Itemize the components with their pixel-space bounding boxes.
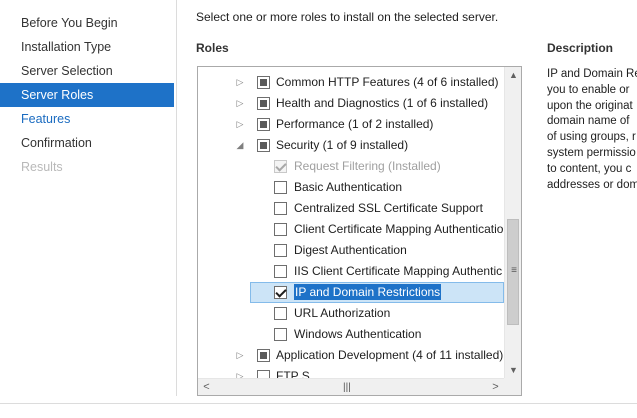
- wizard-navigation: Before You Begin Installation Type Serve…: [0, 0, 175, 400]
- nav-item-features[interactable]: Features: [0, 107, 174, 131]
- role-service-item[interactable]: Centralized SSL Certificate Support: [198, 198, 504, 219]
- collapsed-arrow-icon[interactable]: ▷: [234, 72, 246, 93]
- role-checkbox[interactable]: [257, 139, 270, 152]
- role-service-item[interactable]: Basic Authentication: [198, 177, 504, 198]
- role-checkbox[interactable]: [257, 349, 270, 362]
- role-tree-item[interactable]: ▷ Common HTTP Features (4 of 6 installed): [198, 72, 504, 93]
- collapsed-arrow-icon[interactable]: ▷: [234, 345, 246, 366]
- scrollbar-corner: [504, 378, 521, 395]
- expanded-arrow-icon[interactable]: ◢: [234, 135, 246, 156]
- role-label: IP and Domain Restrictions: [294, 282, 442, 303]
- description-line: of using groups, r: [547, 131, 636, 144]
- role-label: Windows Authentication: [294, 327, 422, 341]
- grip-icon: |||: [343, 382, 351, 393]
- role-label: URL Authorization: [294, 306, 391, 320]
- role-label-highlight: IP and Domain Restrictions: [294, 284, 442, 300]
- description-heading: Description: [547, 41, 614, 55]
- role-label: Client Certificate Mapping Authenticatio: [294, 222, 504, 236]
- role-service-item[interactable]: IP and Domain Restrictions: [198, 282, 504, 303]
- scroll-right-icon[interactable]: >: [487, 379, 504, 395]
- role-label: Health and Diagnostics (1 of 6 installed…: [276, 96, 489, 110]
- role-label: Request Filtering (Installed): [294, 159, 441, 173]
- horizontal-scroll-thumb[interactable]: |||: [218, 382, 480, 393]
- description-line: system permissio: [547, 146, 636, 159]
- description-line: you to enable or: [547, 83, 630, 96]
- footer-divider: [0, 403, 637, 404]
- navigation-divider: [176, 0, 177, 396]
- collapsed-arrow-icon[interactable]: ▷: [234, 114, 246, 135]
- role-service-item[interactable]: Digest Authentication: [198, 240, 504, 261]
- role-checkbox[interactable]: [274, 307, 287, 320]
- role-service-item[interactable]: Windows Authentication: [198, 324, 504, 345]
- grip-icon: ≡: [511, 265, 517, 276]
- role-checkbox: [274, 160, 287, 173]
- role-checkbox[interactable]: [274, 286, 287, 299]
- role-label: Application Development (4 of 11 install…: [276, 348, 504, 362]
- scroll-left-icon[interactable]: <: [198, 379, 215, 395]
- role-label: Security (1 of 9 installed): [276, 138, 409, 152]
- vertical-scrollbar[interactable]: ▲ ≡ ▼: [504, 67, 521, 379]
- description-line: upon the originat: [547, 99, 633, 112]
- role-label: Common HTTP Features (4 of 6 installed): [276, 75, 499, 89]
- scroll-up-icon[interactable]: ▲: [505, 67, 521, 84]
- role-checkbox[interactable]: [274, 328, 287, 341]
- vertical-scroll-thumb[interactable]: ≡: [507, 219, 519, 325]
- description-text: IP and Domain Re you to enable or upon t…: [547, 67, 637, 193]
- horizontal-scrollbar[interactable]: < ||| >: [198, 378, 504, 395]
- role-service-item[interactable]: IIS Client Certificate Mapping Authentic: [198, 261, 504, 282]
- role-checkbox[interactable]: [274, 181, 287, 194]
- role-checkbox[interactable]: [274, 244, 287, 257]
- role-label: IIS Client Certificate Mapping Authentic: [294, 264, 503, 278]
- role-checkbox[interactable]: [274, 265, 287, 278]
- description-line: IP and Domain Re: [547, 68, 637, 80]
- description-line: domain name of: [547, 115, 630, 128]
- roles-tree[interactable]: ▷ Common HTTP Features (4 of 6 installed)…: [197, 66, 522, 396]
- role-checkbox[interactable]: [257, 97, 270, 110]
- description-line: addresses or dom: [547, 178, 637, 191]
- nav-item-installation-type[interactable]: Installation Type: [0, 35, 174, 59]
- nav-item-results: Results: [21, 160, 63, 174]
- nav-item-confirmation[interactable]: Confirmation: [0, 131, 174, 155]
- role-service-item[interactable]: Client Certificate Mapping Authenticatio: [198, 219, 504, 240]
- roles-tree-viewport: ▷ Common HTTP Features (4 of 6 installed)…: [198, 67, 504, 379]
- scroll-down-icon[interactable]: ▼: [505, 362, 521, 379]
- description-line: to content, you c: [547, 162, 632, 175]
- role-service-item[interactable]: Request Filtering (Installed): [198, 156, 504, 177]
- role-label: Basic Authentication: [294, 180, 403, 194]
- role-checkbox[interactable]: [274, 223, 287, 236]
- role-checkbox[interactable]: [257, 118, 270, 131]
- role-tree-item[interactable]: ▷ Health and Diagnostics (1 of 6 installe…: [198, 93, 504, 114]
- role-checkbox[interactable]: [257, 76, 270, 89]
- role-checkbox[interactable]: [274, 202, 287, 215]
- instruction-text: Select one or more roles to install on t…: [196, 10, 499, 24]
- role-tree-item[interactable]: ◢ Security (1 of 9 installed): [198, 135, 504, 156]
- nav-item-before-you-begin[interactable]: Before You Begin: [0, 11, 174, 35]
- nav-item-server-roles[interactable]: Server Roles: [0, 83, 174, 107]
- role-tree-item[interactable]: ▷ Performance (1 of 2 installed): [198, 114, 504, 135]
- role-label: Centralized SSL Certificate Support: [294, 201, 483, 215]
- collapsed-arrow-icon[interactable]: ▷: [234, 93, 246, 114]
- role-label: Performance (1 of 2 installed): [276, 117, 434, 131]
- nav-item-server-selection[interactable]: Server Selection: [0, 59, 174, 83]
- roles-heading: Roles: [196, 41, 229, 55]
- role-label: Digest Authentication: [294, 243, 407, 257]
- role-service-item[interactable]: URL Authorization: [198, 303, 504, 324]
- role-tree-item[interactable]: ▷ Application Development (4 of 11 instal…: [198, 345, 504, 366]
